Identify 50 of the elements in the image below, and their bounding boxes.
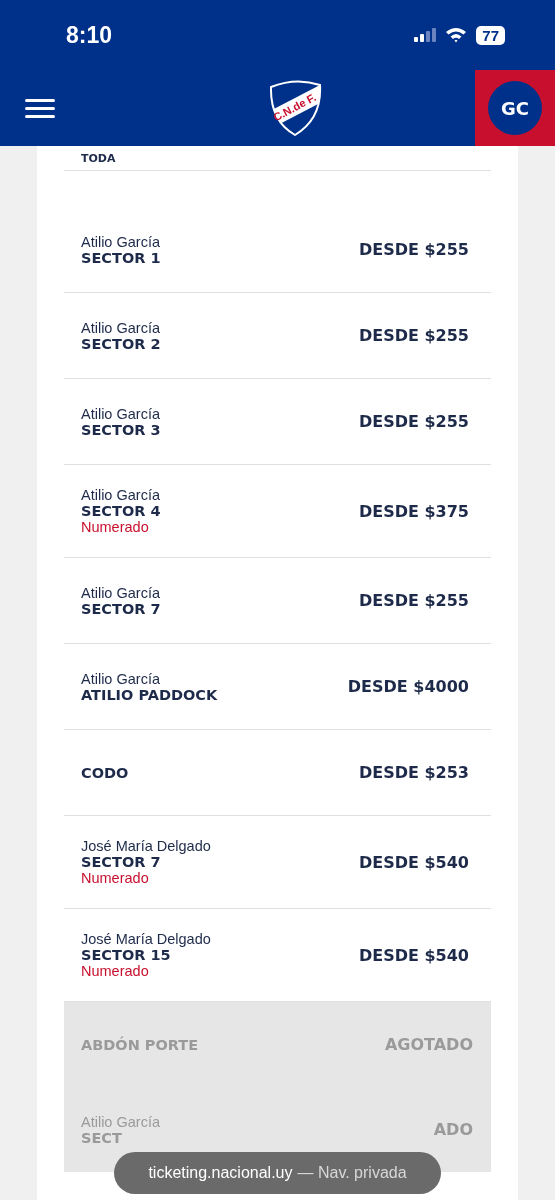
stand-name: José María Delgado <box>81 931 211 947</box>
sector-name: SECT <box>81 1129 123 1146</box>
signal-icon <box>414 28 437 42</box>
sector-name: SECTOR 7 <box>81 854 162 870</box>
numbered-label: Numerado <box>81 519 150 535</box>
sector-row[interactable]: Atilio García SECTOR 2 DESDE $255 <box>64 293 491 379</box>
price-label: DESDE $375 <box>358 501 469 521</box>
sector-row[interactable]: Atilio García SECTOR 4 Numerado DESDE $375 <box>64 465 491 558</box>
sector-row[interactable]: Atilio García ATILIO PADDOCK DESDE $4000 <box>64 644 491 730</box>
price-label: DESDE $540 <box>358 945 469 965</box>
price-label: DESDE $255 <box>358 591 469 610</box>
stand-name: Atilio García <box>81 319 161 336</box>
sector-row[interactable]: Atilio García SECTOR 7 DESDE $255 <box>64 558 491 644</box>
numbered-label: Numerado <box>81 963 150 979</box>
stand-name: Atilio García <box>81 487 161 503</box>
price-label: DESDE $540 <box>358 852 469 872</box>
status-time: 8:10 <box>66 21 113 49</box>
sector-name: ATILIO PADDOCK <box>81 686 218 703</box>
menu-icon[interactable] <box>25 98 55 118</box>
stand-name: Atilio García <box>81 405 161 422</box>
sector-row[interactable]: CODO DESDE $253 <box>64 730 491 816</box>
stand-name: Atilio García <box>81 1113 160 1130</box>
stand-name: Atilio García <box>81 670 161 687</box>
price-label: DESDE $4000 <box>347 677 469 696</box>
filter-label: TODA <box>81 152 116 165</box>
wifi-icon <box>445 27 468 43</box>
user-avatar[interactable]: GC <box>488 81 542 135</box>
sold-out-label: ADO <box>433 1120 473 1139</box>
price-label: DESDE $255 <box>358 326 469 345</box>
numbered-label: Numerado <box>81 870 150 886</box>
sector-name: CODO <box>81 764 129 781</box>
sector-name: SECTOR 3 <box>81 421 161 438</box>
price-label: DESDE $255 <box>358 240 469 259</box>
sector-name: SECTOR 7 <box>81 600 161 617</box>
sold-out-label: AGOTADO <box>384 1035 473 1054</box>
price-label: DESDE $253 <box>358 763 469 782</box>
price-label: DESDE $255 <box>358 412 469 431</box>
stand-name: Atilio García <box>81 233 161 250</box>
battery-indicator: 77 <box>476 25 505 45</box>
sector-row[interactable]: Atilio García SECTOR 3 DESDE $255 <box>64 379 491 465</box>
sector-name: ABDÓN PORTE <box>81 1036 199 1053</box>
stand-name: Atilio García <box>81 584 161 601</box>
stand-name: José María Delgado <box>81 838 211 854</box>
sector-row[interactable]: Atilio García SECTOR 1 DESDE $255 <box>64 207 491 293</box>
sector-name: SECTOR 4 <box>81 503 161 519</box>
sector-name: SECTOR 2 <box>81 335 161 352</box>
sector-name: SECTOR 15 <box>81 947 172 963</box>
sector-name: SECTOR 1 <box>81 249 161 266</box>
sector-row[interactable]: José María Delgado SECTOR 7 Numerado DESDE $540 <box>64 816 491 909</box>
url-toast[interactable]: ticketing.nacional.uy — Nav. privada <box>114 1152 441 1194</box>
